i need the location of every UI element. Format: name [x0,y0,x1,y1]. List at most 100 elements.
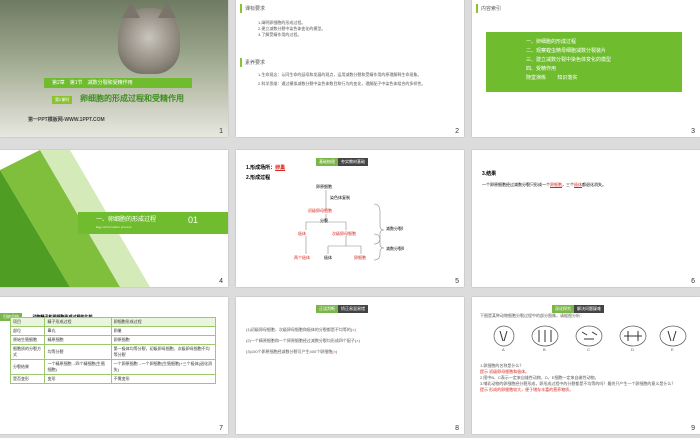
table-row: 是否变形 变形 不需变形 [9,374,217,384]
literacy-item: 1.生命观念：认同生命的延续和发展的观点，运用减数分裂和受精作用的原理解释生命现… [258,72,422,77]
cell-e-figure [659,325,687,347]
table-cell: 分裂结果 [9,359,46,375]
table-cell: 卵细胞形成过程 [110,317,217,327]
judgement-end: ) [335,349,338,354]
knowledge-label: 知识落实 [557,75,578,81]
section-subtitle: Egg cell formation process [96,225,132,229]
table-row: 原始生殖细胞 精原细胞 卵原细胞 [9,335,217,345]
node-split: 分裂 [320,218,328,223]
index-item: 三、建立减数分裂中染色体变化的模型 [526,57,612,63]
judgement-list: (1)初级卵母细胞、次级卵母细胞和极体的分裂都是不均等的(×) (2)一个精原细… [246,327,460,355]
slide-number: 4 [219,278,223,285]
answer-3: 提示 形成的卵细胞较大，便于储存丰富的营养物质。 [480,387,694,393]
kitten-ear-left [122,2,140,18]
lesson-badge: 第2课时 [52,96,73,104]
result-text-a: 一个卵原细胞经过减数分裂只形成一个 [482,182,550,187]
table-cell: 卵原细胞 [110,335,217,345]
index-panel: 一、卵细胞的形成过程 二、观察蝗虫精母细胞减数分裂装片 三、建立减数分裂中染色体… [486,32,682,92]
index-item: 四、受精作用 [526,66,557,72]
table-cell: 均等分裂 [44,344,112,360]
cell-label-a: A [502,347,505,352]
slide-number: 5 [455,278,459,285]
kitten-ear-right [158,2,176,18]
table-cell: 卵巢 [110,326,217,336]
table-row: 细胞质的分裂方式 均等分裂 第一极体均等分裂，初级卵母细胞、次级卵母细胞不均等分裂 [9,344,217,360]
section-index: 01 [188,215,199,225]
section-title: 一、卵细胞的形成过程 [96,217,157,223]
table-cell: 是否变形 [9,374,46,384]
table-cell: 一个精原细胞→四个精细胞(生殖细胞) [44,359,112,375]
cell-d-figure [619,325,647,347]
table-row: 部位 睾丸 卵巢 [9,326,217,336]
label-meiosis-1: 减数分裂Ⅰ [386,226,404,231]
table-cell: 部位 [9,326,46,336]
comparison-table-wrap: 项目 精子形成过程 卵细胞形成过程 部位 睾丸 卵巢 原始生殖细胞 精原细胞 卵原细胞 细胞… [9,317,217,384]
slide-thumbnail-5[interactable]: 基础梳理 夯实教材基础 1.形成场所：卵巢 2.形成过程 卵原细胞 染色体复制 初… [236,150,464,287]
oogenesis-diagram [305,190,385,261]
slide-thumbnail-8[interactable]: 正误判断 矫正易混易错 (1)初级卵母细胞、次级卵母细胞和极体的分裂都是不均等的(… [236,297,464,434]
slide-number: 6 [691,278,695,285]
cell-label-e: E [671,347,674,352]
node-polar2: 两个极体 [294,255,310,260]
slide-thumbnail-3[interactable]: 内容索引 一、卵细胞的形成过程 二、观察蝗虫精母细胞减数分裂装片 三、建立减数分… [472,0,700,137]
question-intro: 下图是某种动物细胞分裂过程中的部分图像，请据图分析： [480,313,584,318]
node-polar3: 极体 [324,255,332,260]
table-cell: 睾丸 [44,326,112,336]
header-subtitle: 矫正易混易错 [338,305,368,313]
slide-thumbnail-7[interactable]: 归纳总结 动物精子和卵细胞形成过程的比较 项目 精子形成过程 卵细胞形成过程 部位睾… [0,297,228,434]
index-item: 一、卵细胞的形成过程 [526,39,577,45]
slide-thumbnail-9[interactable]: 深化探究 解决问题疑难 下图是某种动物细胞分裂过程中的部分图像，请据图分析： A … [472,297,700,434]
answer-3-text: 形成的卵细胞较大，便于储存丰富的营养物质。 [489,387,574,392]
node-secondary: 次级卵母细胞 [332,231,356,236]
slide-thumbnail-1[interactable]: 第2章 第1节 减数分裂和受精作用 第2课时 卵细胞的形成过程和受精作用 第一P… [0,0,228,137]
requirement-item: 3.了解受精作用的过程。 [258,32,302,37]
judgement-item: (2)一个精原细胞和一个卵原细胞经过减数分裂均形成四个配子(×) [246,338,460,344]
slide-number: 9 [691,425,695,432]
table-cell: 不需变形 [110,374,217,384]
literacy-list: 1.生命观念：认同生命的延续和发展的观点，运用减数分裂和受精作用的原理解释生命现… [258,72,454,87]
slide-number: 7 [219,425,223,432]
table-cell: 第一极体均等分裂，初级卵母细胞、次级卵母细胞不均等分裂 [110,344,217,360]
table-cell: 变形 [44,374,112,384]
judgement-item: (3)100个卵原细胞经减数分裂可产生400个卵细胞(×) [246,349,460,355]
judgement-end: ) [358,338,360,343]
result-text-b: ，三个 [562,182,574,187]
slide-number: 2 [455,128,459,135]
judgement-item: (1)初级卵母细胞、次级卵母细胞和极体的分裂都是不均等的(×) [246,327,460,333]
table-cell: 细胞质的分裂方式 [9,344,46,360]
slide-thumbnail-4[interactable]: 一、卵细胞的形成过程 Egg cell formation process 01… [0,150,228,287]
judgement-text: (2)一个精原细胞和一个卵原细胞经过减数分裂均形成四个配子( [246,338,357,343]
requirements-list: 1.阐明卵细胞的形成过程。 2.建立减数分裂中染色体变化的模型。 3.了解受精作… [258,20,325,38]
cell-a-figure [493,325,515,347]
table-cell: 精原细胞 [44,335,112,345]
footer-text: 第一PPT模板网-WWW.1PPT.COM [28,117,105,123]
section-tag-requirements: 课标要求 [240,4,268,13]
table-row: 分裂结果 一个精原细胞→四个精细胞(生殖细胞) 一个卵原细胞→一个卵细胞(生殖细胞)… [9,359,217,375]
node-polar1: 极体 [298,231,306,236]
result-polar: 极体 [574,182,582,187]
index-footer: 随堂演练 知识落实 [526,74,682,83]
header-tab: 深化探究 [552,305,574,313]
header-subtitle: 解决问题疑难 [574,305,604,313]
comparison-table: 项目 精子形成过程 卵细胞形成过程 部位 睾丸 卵巢 原始生殖细胞 精原细胞 卵原细胞 细胞… [9,317,217,384]
index-item: 二、观察蝗虫精母细胞减数分裂装片 [526,48,607,54]
slide-header: 正误判断 矫正易混易错 [316,297,368,315]
slide-number: 1 [219,128,223,135]
cell-b-figure [531,325,559,347]
cell-label-c: C [587,347,590,352]
cell-c-figure [575,325,603,347]
header-tab: 正误判断 [316,305,338,313]
judgement-text: (1)初级卵母细胞、次级卵母细胞和极体的分裂都是不均等的( [246,327,353,332]
slide-thumbnail-2[interactable]: 课标要求 1.阐明卵细胞的形成过程。 2.建立减数分裂中染色体变化的模型。 3.… [236,0,464,137]
qa-block: 1.卵细胞的名称是什么？ 提示 初级卵母细胞和极体。 2.图中B、C表示一定来自… [480,363,694,393]
table-cell: 一个卵原细胞→一个卵细胞(生殖细胞)+三个极体(退化消失) [110,359,217,375]
node-primary: 初级卵母细胞 [308,208,332,213]
result-label: 3.结果 [482,171,497,177]
slide-thumbnail-6[interactable]: 3.结果 一个卵原细胞经过减数分裂只形成一个卵细胞，三个极体都退化消失。 6 [472,150,700,287]
node-oogonium: 卵原细胞 [316,184,332,189]
section-tag-literacy: 素养要求 [240,58,268,67]
table-cell: 原始生殖细胞 [9,335,46,345]
table-row: 项目 精子形成过程 卵细胞形成过程 [9,317,217,327]
result-text-c: 都退化消失。 [582,182,606,187]
label-meiosis-2: 减数分裂Ⅱ [386,246,404,251]
